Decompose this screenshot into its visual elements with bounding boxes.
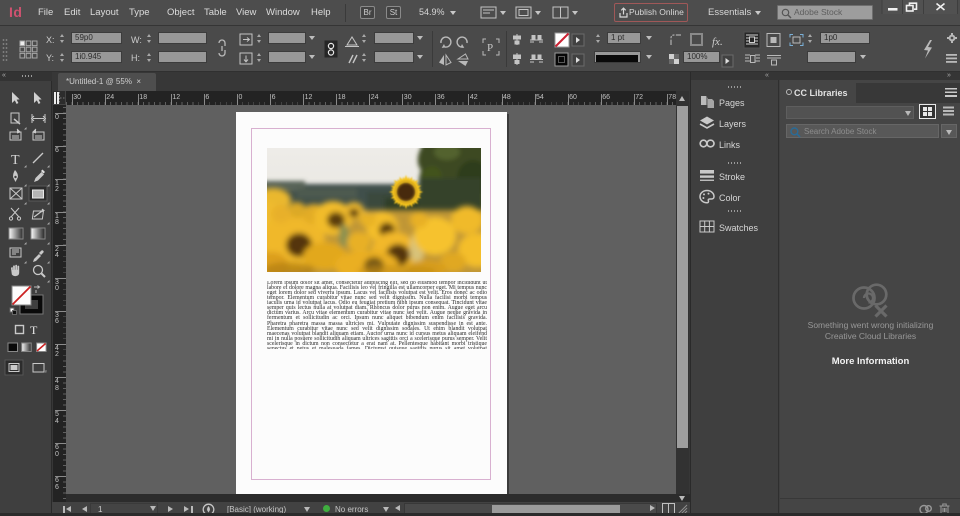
svg-text:P: P <box>487 42 493 54</box>
svg-text:T: T <box>30 323 38 337</box>
svg-text:T: T <box>11 153 20 168</box>
svg-text:fx.: fx. <box>712 36 723 48</box>
